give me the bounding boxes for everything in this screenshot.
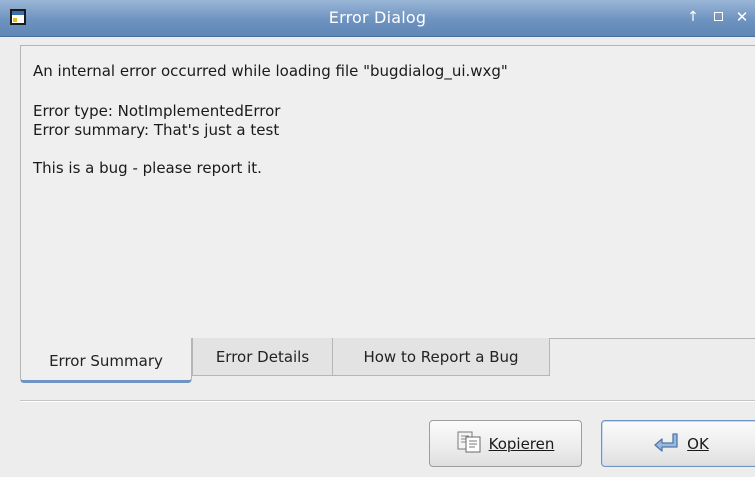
close-icon[interactable]: ✕: [734, 9, 750, 25]
tab-how-to-report[interactable]: How to Report a Bug: [332, 338, 550, 376]
separator: [20, 400, 755, 402]
tab-error-summary[interactable]: Error Summary: [20, 338, 192, 383]
return-arrow-icon: [653, 431, 679, 457]
title-bar[interactable]: Error Dialog ↑ ✕: [0, 0, 755, 37]
shade-up-icon[interactable]: ↑: [685, 9, 701, 25]
error-type-text: Error type: NotImplementedError: [33, 102, 281, 120]
maximize-icon[interactable]: [710, 9, 726, 25]
ok-button-label: OK: [687, 434, 709, 453]
copy-clipboard-icon: [457, 431, 481, 457]
ok-button[interactable]: OK: [601, 420, 755, 467]
error-summary-panel: An internal error occurred while loading…: [20, 45, 755, 339]
error-summary-text: Error summary: That's just a test: [33, 121, 280, 139]
error-dialog-window: Error Dialog ↑ ✕ An internal error occur…: [0, 0, 755, 477]
error-message-text: An internal error occurred while loading…: [33, 62, 508, 80]
window-title: Error Dialog: [328, 8, 427, 27]
tab-error-details[interactable]: Error Details: [192, 338, 333, 376]
copy-button-label: Kopieren: [488, 434, 555, 453]
copy-button[interactable]: Kopieren: [429, 420, 582, 467]
bug-notice-text: This is a bug - please report it.: [33, 159, 262, 177]
